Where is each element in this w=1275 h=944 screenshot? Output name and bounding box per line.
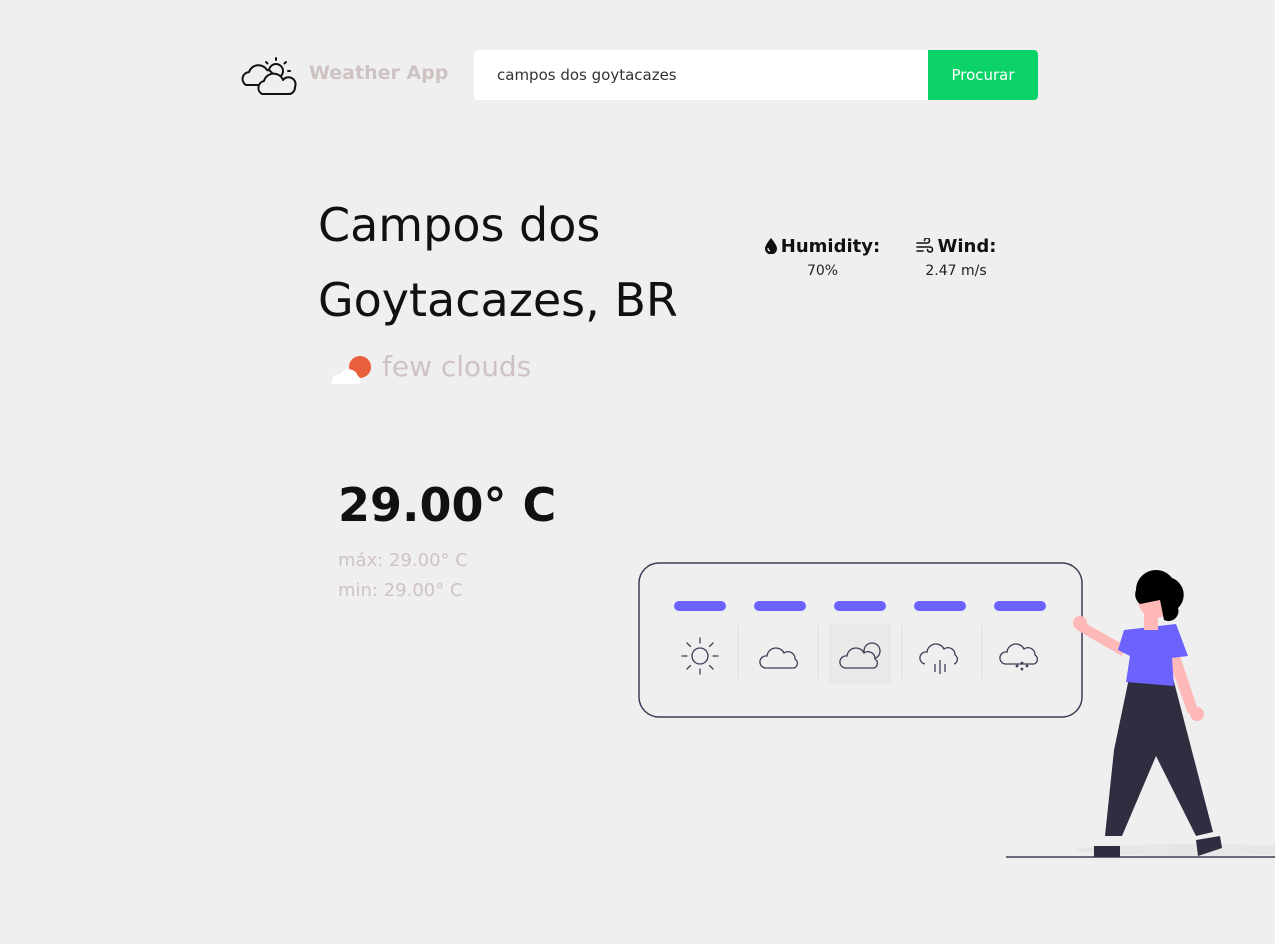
humidity-title: Humidity: xyxy=(760,236,885,257)
wind-value: 2.47 m/s xyxy=(925,263,987,279)
temperature: 29.00° C xyxy=(338,478,557,532)
wind-stat: Wind: 2.47 m/s xyxy=(912,236,1000,279)
app-title: Weather App xyxy=(309,62,449,84)
cloud-icon xyxy=(759,647,799,669)
humidity-label: Humidity: xyxy=(780,236,881,257)
city-name: Campos dos Goytacazes, BR xyxy=(318,188,748,338)
city-line-1: Campos dos xyxy=(318,198,601,252)
wind-label: Wind: xyxy=(937,236,997,257)
city-line-2: Goytacazes, BR xyxy=(318,273,678,327)
wind-icon xyxy=(915,237,933,253)
sun-icon xyxy=(681,637,719,675)
snow-icon xyxy=(999,643,1039,671)
search-button[interactable]: Procurar xyxy=(928,50,1038,100)
search-input[interactable] xyxy=(474,50,928,100)
cloud-sun-icon xyxy=(241,57,297,95)
app-header: Weather App Procurar xyxy=(0,0,1275,140)
humidity-stat: Humidity: 70% xyxy=(760,236,885,279)
description-text: few clouds xyxy=(382,350,532,383)
temperature-min: min: 29.00° C xyxy=(338,580,463,601)
weather-illustration xyxy=(638,562,1275,858)
person-figure xyxy=(1073,570,1222,857)
rain-icon xyxy=(919,643,959,674)
wind-title: Wind: xyxy=(912,236,1000,257)
few-clouds-icon xyxy=(331,356,371,384)
humidity-value: 70% xyxy=(806,263,839,279)
illustration-tabs xyxy=(674,601,1046,611)
temperature-max: máx: 29.00° C xyxy=(338,550,468,571)
droplet-icon xyxy=(764,238,777,255)
